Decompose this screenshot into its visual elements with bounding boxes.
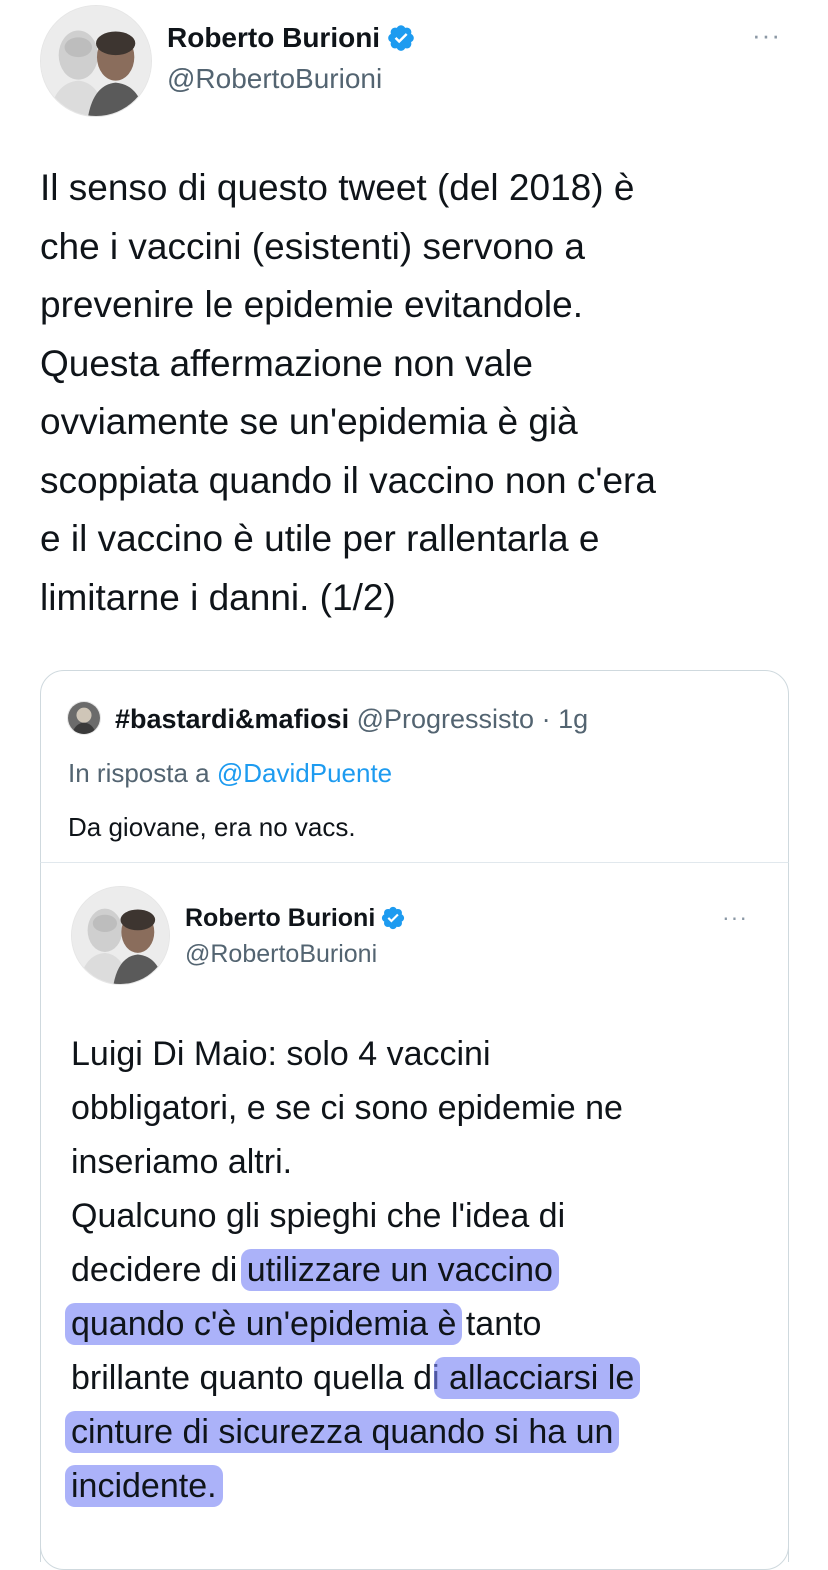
embedded-text-line: brillante quanto quella di allacciarsi l… [71,1351,771,1405]
reply-prefix: In risposta a [68,758,210,788]
more-options-icon[interactable]: ··· [722,906,748,929]
embedded-author-handle[interactable]: @RobertoBurioni [185,939,377,969]
highlighted-text: incidente. [65,1465,223,1507]
text-segment: inseriamo altri. [71,1143,293,1181]
highlighted-text: allacciarsi le [433,1357,641,1399]
embedded-text-line: Luigi Di Maio: solo 4 vaccini [71,1027,771,1081]
embedded-text-line: quando c'è un'epidemia è tanto [65,1297,771,1351]
embedded-text-line: decidere di utilizzare un vaccino [71,1243,771,1297]
quoted-time: 1g [558,704,589,734]
author-name[interactable]: Roberto Burioni [167,22,380,54]
reply-to-link[interactable]: @DavidPuente [217,758,392,788]
embedded-tweet-text: Luigi Di Maio: solo 4 vaccini obbligatori… [65,1027,771,1513]
embedded-author-avatar[interactable] [71,886,170,985]
embedded-text-line: obbligatori, e se ci sono epidemie ne [71,1081,771,1135]
quoted-reply-text: Da giovane, era no vacs. [68,812,356,842]
more-options-icon[interactable]: ··· [752,22,781,48]
embedded-text-line: incidente. [65,1459,771,1513]
avatar-icon [68,702,100,734]
avatar-photo-icon [41,6,151,116]
highlighted-text: quando c'è un'epidemia è [65,1303,463,1345]
text-segment: Luigi Di Maio: solo 4 vaccini [71,1035,491,1073]
text-segment: decidere di [71,1251,247,1289]
embedded-text-line: Qualcuno gli spieghi che l'idea di [71,1189,771,1243]
quoted-author-avatar[interactable] [67,701,101,735]
quoted-author-handle[interactable]: @Progressisto [357,704,534,734]
embedded-text-line: inseriamo altri. [71,1135,771,1189]
dot-separator: · [541,704,551,734]
verified-badge-icon [388,25,414,51]
highlighted-text: cinture di sicurezza quando si ha un [65,1411,620,1453]
highlighted-text: utilizzare un vaccino [240,1249,559,1291]
text-segment: obbligatori, e se ci sono epidemie ne [71,1089,623,1127]
embedded-author-name[interactable]: Roberto Burioni [185,904,375,933]
embedded-text-line: cinture di sicurezza quando si ha un [65,1405,771,1459]
verified-badge-icon [382,906,405,930]
text-segment: Qualcuno gli spieghi che l'idea di [71,1197,566,1235]
text-segment: tanto [456,1305,542,1343]
quoted-author-name[interactable]: #bastardi&mafiosi [115,704,349,734]
author-avatar[interactable] [40,5,152,117]
tweet-text: Il senso di questo tweet (del 2018) è ch… [40,167,656,618]
avatar-photo-icon [72,887,169,984]
text-segment: brillante quanto quella di [71,1359,440,1397]
author-handle[interactable]: @RobertoBurioni [167,62,382,96]
